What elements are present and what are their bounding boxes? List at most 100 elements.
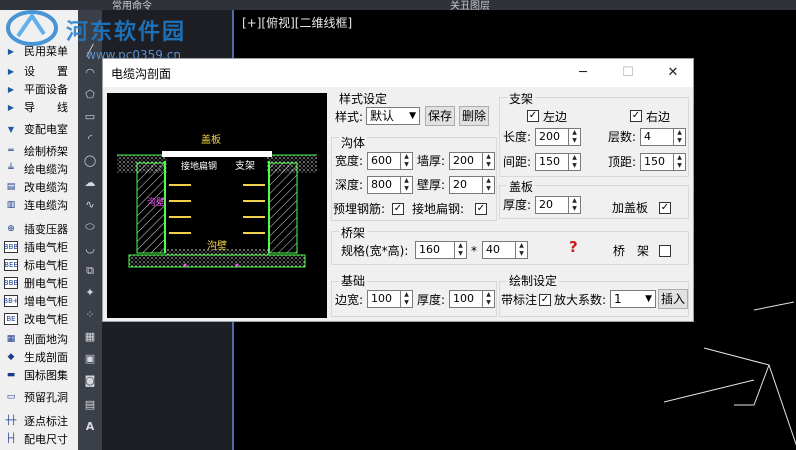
revcloud-tool-icon[interactable]: ☁: [83, 176, 97, 190]
spacing-stepper[interactable]: 150 ▲ ▼: [535, 153, 581, 171]
region-tool-icon[interactable]: ◙: [83, 374, 97, 388]
sidebar-item-13[interactable]: BBB 删电气柜: [0, 274, 78, 292]
base-thickness-stepper[interactable]: 100 ▲ ▼: [449, 290, 495, 308]
sidebar-item-12[interactable]: BEE 标电气柜: [0, 256, 78, 274]
sidebar-item-3[interactable]: ▶ 平面设备: [0, 80, 78, 98]
annotation-checkbox[interactable]: ✓: [539, 294, 551, 306]
sidebar-item-label: 配电尺寸: [24, 433, 68, 446]
maximize-icon[interactable]: ☐: [618, 63, 638, 83]
cover-thickness-label: 厚度:: [503, 198, 532, 212]
spacing-value[interactable]: 150: [535, 153, 568, 171]
sidebar-item-8[interactable]: ▤ 改电缆沟: [0, 178, 78, 196]
arc3-tool-icon[interactable]: ◜: [83, 132, 97, 146]
right-wall: [268, 162, 298, 254]
right-bracket-checkbox[interactable]: ✓: [630, 110, 642, 122]
section-preview: 盖板 接地扁钢 支架 沟壁 沟壁: [107, 93, 327, 318]
top-distance-value[interactable]: 150: [640, 153, 673, 171]
side-wall-stepper[interactable]: 20 ▲ ▼: [449, 176, 495, 194]
tray-height-stepper[interactable]: 40 ▲ ▼: [482, 241, 528, 259]
base-thickness-value[interactable]: 100: [449, 290, 482, 308]
annotation-label: 带标注: [501, 293, 538, 307]
sidebar-item-6[interactable]: ═ 绘制桥架: [0, 142, 78, 160]
side-wall-value[interactable]: 20: [449, 176, 482, 194]
watermark-title: 河东软件园: [66, 20, 187, 45]
insert-button[interactable]: 插入: [658, 289, 688, 309]
sidebar-item-15[interactable]: BE 改电气柜: [0, 310, 78, 328]
wall-thickness-value[interactable]: 200: [449, 152, 482, 170]
left-bracket-checkbox[interactable]: ✓: [527, 110, 539, 122]
layers-stepper[interactable]: 4 ▲ ▼: [640, 128, 686, 146]
text-tool-icon[interactable]: A: [83, 420, 97, 434]
sidebar-item-17[interactable]: ◆ 生成剖面: [0, 348, 78, 366]
polygon-tool-icon[interactable]: ⬠: [83, 88, 97, 102]
scale-select[interactable]: 1 ▼: [610, 290, 656, 308]
ellipse-arc-tool-icon[interactable]: ◡: [83, 242, 97, 256]
drawn-polyline-1: [703, 347, 770, 406]
tray-width-value[interactable]: 160: [415, 241, 454, 259]
tray-checkbox[interactable]: [659, 245, 671, 257]
point-tool-icon[interactable]: ⁘: [83, 308, 97, 322]
sidebar-item-10[interactable]: ⊕ 插变压器: [0, 220, 78, 238]
base-edge-value[interactable]: 100: [367, 290, 400, 308]
drawn-line-2: [753, 301, 795, 311]
sidebar-item-7[interactable]: ╧ 绘电缆沟: [0, 160, 78, 178]
sidebar-item-label: 设 置: [24, 65, 68, 78]
layers-value[interactable]: 4: [640, 128, 673, 146]
sidebar-item-2[interactable]: ▶ 设 置: [0, 62, 78, 80]
dimension-icon: ├┤: [5, 434, 17, 444]
table-tool-icon[interactable]: ▤: [83, 398, 97, 412]
tray-height-value[interactable]: 40: [482, 241, 515, 259]
ellipse-tool-icon[interactable]: ⬭: [83, 220, 97, 234]
sidebar-item-9[interactable]: ▥ 连电缆沟: [0, 196, 78, 214]
wall-thickness-stepper[interactable]: 200 ▲ ▼: [449, 152, 495, 170]
base-edge-stepper[interactable]: 100 ▲ ▼: [367, 290, 413, 308]
sidebar-item-18[interactable]: ▬ 国标图集: [0, 366, 78, 384]
sidebar-item-4[interactable]: ▶ 导 线: [0, 98, 78, 116]
base-slab: [128, 254, 306, 268]
rebar-checkbox[interactable]: ✓: [392, 203, 404, 215]
right-brackets: [243, 184, 265, 234]
depth-label: 深度:: [335, 178, 364, 192]
save-button[interactable]: 保存: [425, 106, 455, 126]
make-block-icon[interactable]: ✦: [83, 286, 97, 300]
circle-tool-icon[interactable]: ◯: [83, 154, 97, 168]
rectangle-tool-icon[interactable]: ▭: [83, 110, 97, 124]
style-select[interactable]: 默认 ▼: [366, 107, 420, 125]
bracket-length-value[interactable]: 200: [535, 128, 568, 146]
help-icon[interactable]: ?: [569, 239, 578, 255]
width-stepper[interactable]: 600 ▲ ▼: [367, 152, 413, 170]
top-distance-stepper[interactable]: 150 ▲ ▼: [640, 153, 686, 171]
cover-thickness-stepper[interactable]: 20 ▲ ▼: [535, 196, 581, 214]
depth-value[interactable]: 800: [367, 176, 400, 194]
delete-button[interactable]: 删除: [459, 106, 489, 126]
gradient-tool-icon[interactable]: ▣: [83, 352, 97, 366]
sidebar-item-19[interactable]: ▭ 预留孔洞: [0, 388, 78, 406]
sidebar-item-14[interactable]: BB+ 增电气柜: [0, 292, 78, 310]
tray-width-stepper[interactable]: 160 ▲ ▼: [415, 241, 467, 259]
drawn-line-1: [663, 379, 755, 403]
bracket-length-stepper[interactable]: 200 ▲ ▼: [535, 128, 581, 146]
ground-steel-checkbox[interactable]: ✓: [475, 203, 487, 215]
sidebar-item-11[interactable]: BBB 插电气柜: [0, 238, 78, 256]
spline-tool-icon[interactable]: ∿: [83, 198, 97, 212]
minimize-icon[interactable]: ─: [573, 63, 593, 83]
preview-marker-1: [183, 263, 187, 267]
section-icon: ▦: [6, 334, 16, 344]
hatch-tool-icon[interactable]: ▦: [83, 330, 97, 344]
arc-tool-icon[interactable]: ◠: [83, 66, 97, 80]
tray-label: 桥 架: [613, 244, 650, 258]
bracket-length-label: 长度:: [503, 130, 532, 144]
sidebar-item-label: 导 线: [24, 101, 68, 114]
dialog-title-bar[interactable]: 电缆沟剖面 ─ ☐ ✕: [103, 59, 693, 87]
sidebar-item-21[interactable]: ├┤ 配电尺寸: [0, 430, 78, 448]
depth-stepper[interactable]: 800 ▲ ▼: [367, 176, 413, 194]
insert-block-icon[interactable]: ⧉: [83, 264, 97, 278]
close-icon[interactable]: ✕: [663, 63, 683, 83]
left-wall: [136, 162, 166, 254]
sidebar-item-20[interactable]: ┼┼ 逐点标注: [0, 412, 78, 430]
add-cover-checkbox[interactable]: ✓: [659, 202, 671, 214]
cover-thickness-value[interactable]: 20: [535, 196, 568, 214]
sidebar-item-5[interactable]: ▼ 变配电室: [0, 120, 78, 138]
sidebar-item-16[interactable]: ▦ 剖面地沟: [0, 330, 78, 348]
width-value[interactable]: 600: [367, 152, 400, 170]
